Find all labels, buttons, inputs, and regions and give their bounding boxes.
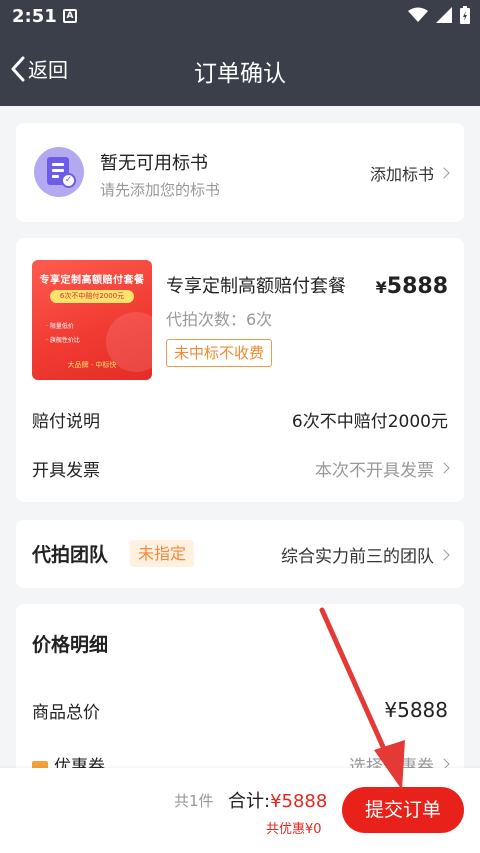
- page-title: 订单确认: [194, 61, 286, 87]
- compensation-row: 赔付说明 6次不中赔付2000元: [32, 405, 448, 433]
- bid-title: 暂无可用标书: [100, 153, 208, 174]
- invoice-value-text: 本次不开具发票: [315, 460, 434, 481]
- submit-order-button[interactable]: 提交订单: [342, 787, 464, 833]
- system-icons: [408, 6, 470, 24]
- goods-total-row: 商品总价 ¥5888: [32, 696, 448, 724]
- package-image-title: 专享定制高额赔付套餐: [39, 275, 145, 286]
- checkout-bar: 共1件 合计:¥5888 共优惠¥0 提交订单: [0, 768, 480, 853]
- team-card[interactable]: 代拍团队 未指定 综合实力前三的团队: [16, 520, 464, 588]
- team-value: 综合实力前三的团队: [281, 542, 450, 567]
- add-bid-button[interactable]: 添加标书: [369, 161, 450, 185]
- package-image-badge: 6次不中赔付2000元: [50, 290, 134, 303]
- team-status-tag: 未指定: [130, 540, 195, 567]
- package-image-bullet: · 限量低价: [46, 323, 74, 330]
- price-symbol: ¥: [375, 278, 387, 297]
- goods-total-value: ¥5888: [384, 698, 448, 722]
- nav-bar: 返回 订单确认: [0, 34, 480, 106]
- add-bid-label: 添加标书: [369, 165, 434, 184]
- total-price: 合计:¥5888: [228, 787, 327, 813]
- battery-icon: [460, 6, 470, 24]
- invoice-value: 本次不开具发票: [315, 456, 450, 481]
- status-bar: 2:51 A: [0, 0, 480, 34]
- no-win-no-fee-tag: 未中标不收费: [166, 339, 273, 367]
- item-count: 共1件: [174, 792, 214, 810]
- notification-icon: A: [63, 9, 77, 23]
- package-price: ¥5888: [376, 274, 448, 299]
- signal-icon: [436, 7, 452, 23]
- chevron-right-icon: [438, 167, 450, 179]
- package-image-bullets: · 限量低价 · 旗舰性价比: [46, 320, 80, 348]
- document-icon: ✓: [34, 147, 84, 197]
- compensation-value: 6次不中赔付2000元: [291, 411, 448, 432]
- wifi-icon: [408, 7, 428, 22]
- package-count: 代拍次数：6次: [166, 310, 273, 329]
- compensation-label: 赔付说明: [32, 411, 100, 432]
- price-detail-title: 价格明细: [32, 634, 109, 656]
- package-card: 专享定制高额赔付套餐 6次不中赔付2000元 · 限量低价 · 旗舰性价比 大品…: [16, 238, 464, 502]
- total-label: 合计:: [228, 791, 271, 812]
- status-time: 2:51: [12, 6, 57, 27]
- package-image-bullet: · 旗舰性价比: [46, 337, 80, 344]
- chevron-right-icon: [438, 548, 450, 561]
- team-label: 代拍团队: [32, 544, 109, 566]
- discount-text: 共优惠¥0: [266, 822, 322, 837]
- price-value: 5888: [386, 274, 448, 299]
- package-image: 专享定制高额赔付套餐 6次不中赔付2000元 · 限量低价 · 旗舰性价比 大品…: [32, 260, 152, 380]
- goods-total-label: 商品总价: [32, 702, 100, 723]
- chevron-right-icon: [438, 462, 450, 474]
- check-icon: ✓: [61, 173, 76, 188]
- bid-document-card[interactable]: ✓ 暂无可用标书 请先添加您的标书 添加标书: [16, 123, 464, 222]
- invoice-row[interactable]: 开具发票 本次不开具发票: [32, 454, 450, 482]
- package-name: 专享定制高额赔付套餐: [166, 276, 346, 297]
- team-value-text: 综合实力前三的团队: [281, 547, 434, 567]
- total-amount: ¥5888: [270, 791, 328, 812]
- bid-subtitle: 请先添加您的标书: [100, 181, 221, 199]
- invoice-label: 开具发票: [32, 460, 100, 481]
- package-image-footer: 大品牌 · 中标快: [67, 361, 117, 369]
